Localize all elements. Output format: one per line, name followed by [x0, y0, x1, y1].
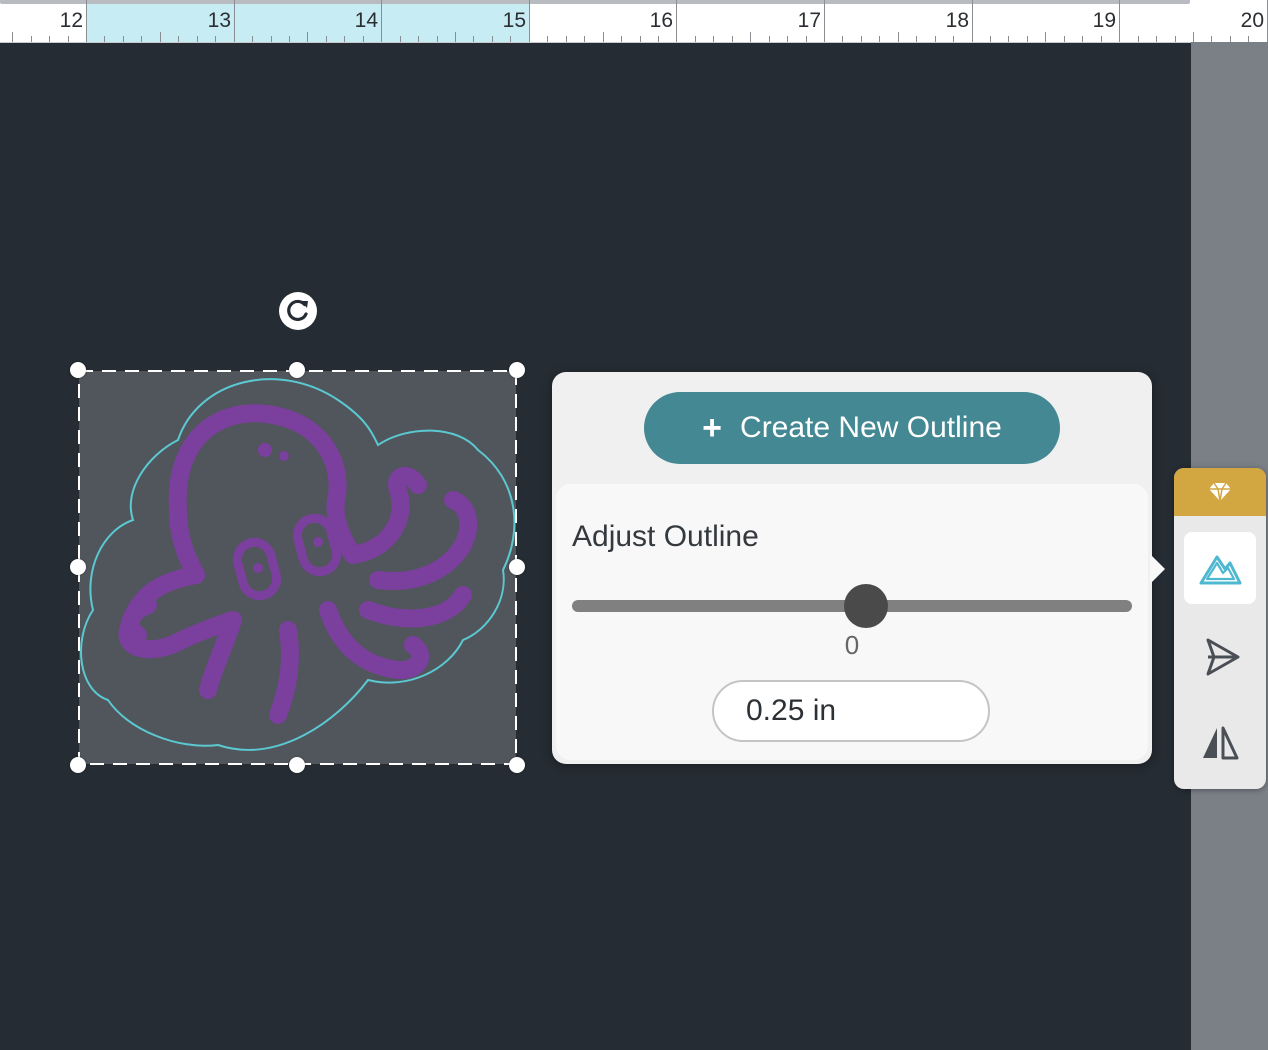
popover-pointer: [1150, 554, 1165, 584]
create-new-outline-button[interactable]: + Create New Outline: [644, 392, 1060, 464]
ruler-label: 15: [502, 9, 526, 32]
ruler-label: 12: [59, 9, 83, 32]
resize-handle-top-right[interactable]: [509, 362, 525, 378]
octopus-image: [78, 370, 517, 765]
resize-handle-bottom-right[interactable]: [509, 757, 525, 773]
adjust-outline-card: Adjust Outline 0: [556, 484, 1148, 760]
mirror-icon: [1203, 726, 1239, 760]
tool-panel: [1174, 468, 1266, 789]
mountain-icon: [1199, 555, 1242, 585]
resize-handle-left[interactable]: [70, 559, 86, 575]
resize-handle-bottom-left[interactable]: [70, 757, 86, 773]
horizontal-ruler: 12 13 14 15 16 17 18 19 20: [0, 0, 1268, 43]
premium-header[interactable]: [1174, 468, 1266, 516]
ruler-label: 13: [207, 9, 231, 32]
outline-size-input[interactable]: [712, 680, 990, 742]
resize-handle-top[interactable]: [289, 362, 305, 378]
offset-tool-button[interactable]: [1184, 620, 1256, 692]
diamond-icon: [1209, 482, 1231, 502]
rotate-icon: [279, 292, 317, 330]
ruler-label: 16: [649, 9, 673, 32]
mirror-tool-button[interactable]: [1184, 708, 1256, 780]
ruler-ticks: [12, 0, 1268, 42]
send-icon: [1206, 638, 1240, 676]
rotate-handle[interactable]: [277, 290, 319, 332]
plus-icon: +: [702, 409, 723, 447]
ruler-label: 17: [797, 9, 821, 32]
canvas-workspace[interactable]: 12 13 14 15 16 17 18 19 20 + Create New …: [0, 0, 1268, 1050]
selected-design[interactable]: [70, 362, 525, 773]
outline-slider-thumb[interactable]: [844, 584, 888, 628]
ruler-label: 19: [1092, 9, 1116, 32]
resize-handle-right[interactable]: [509, 559, 525, 575]
resize-handle-top-left[interactable]: [70, 362, 86, 378]
outline-tool-button[interactable]: [1184, 532, 1256, 604]
adjust-outline-title: Adjust Outline: [572, 520, 759, 553]
create-new-outline-label: Create New Outline: [740, 411, 1002, 444]
ruler-label: 20: [1240, 9, 1264, 32]
ruler-label: 18: [945, 9, 969, 32]
ruler-label: 14: [354, 9, 378, 32]
outline-popover: + Create New Outline Adjust Outline 0: [552, 372, 1152, 764]
slider-value-label: 0: [844, 630, 860, 660]
resize-handle-bottom[interactable]: [289, 757, 305, 773]
